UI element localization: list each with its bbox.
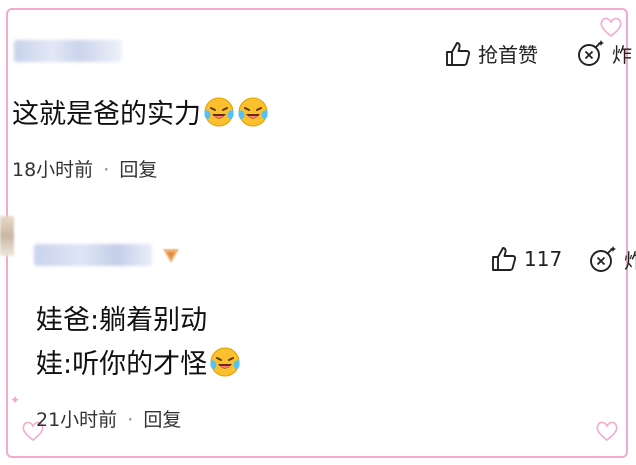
bomb-icon [578, 40, 604, 66]
bomb-button[interactable]: 炸 [576, 36, 636, 70]
comment-text: 这就是爸的实力 [12, 92, 269, 131]
comment-time: 21小时前 [36, 409, 118, 431]
bomb-button[interactable]: 炸 [588, 242, 636, 276]
thumbs-up-icon [492, 247, 517, 271]
reply-button[interactable]: 回复 [119, 159, 157, 181]
like-button[interactable]: 抢首赞 [444, 39, 538, 68]
avatar[interactable] [0, 216, 14, 256]
reply-button[interactable]: 回复 [143, 409, 181, 431]
laugh-cry-emoji-icon [238, 97, 268, 126]
meta-separator: · [103, 159, 110, 181]
username-blurred[interactable] [14, 40, 122, 62]
level-badge-icon [163, 249, 179, 263]
like-label: 抢首赞 [478, 43, 538, 67]
sparkle-icon: ✦ [10, 393, 21, 407]
comment-meta: 21小时前 · 回复 [36, 405, 181, 432]
thumbs-up-icon [446, 41, 471, 66]
bomb-label: 炸 [612, 42, 632, 67]
comment-text-content: 娃:听你的才怪 [36, 349, 208, 380]
like-count: 117 [524, 247, 563, 271]
like-button[interactable]: 117 [490, 245, 562, 273]
bomb-label: 炸 [624, 248, 636, 273]
heart-decoration-icon [596, 421, 618, 442]
meta-separator: · [127, 409, 134, 431]
comment-line-1: 娃爸:躺着别动 [36, 298, 207, 337]
comment-meta: 18小时前 · 回复 [12, 155, 157, 182]
comment-text-content: 娃爸:躺着别动 [36, 305, 208, 336]
comment-line-2: 娃:听你的才怪 [36, 342, 241, 381]
decorative-pink-frame [6, 8, 628, 458]
username-blurred[interactable] [34, 244, 152, 266]
comment-text-content: 这就是爸的实力 [12, 99, 201, 130]
laugh-cry-emoji-icon [204, 97, 234, 126]
laugh-cry-emoji-icon [210, 347, 240, 376]
comment-time: 18小时前 [12, 159, 94, 181]
bomb-icon [590, 246, 616, 272]
